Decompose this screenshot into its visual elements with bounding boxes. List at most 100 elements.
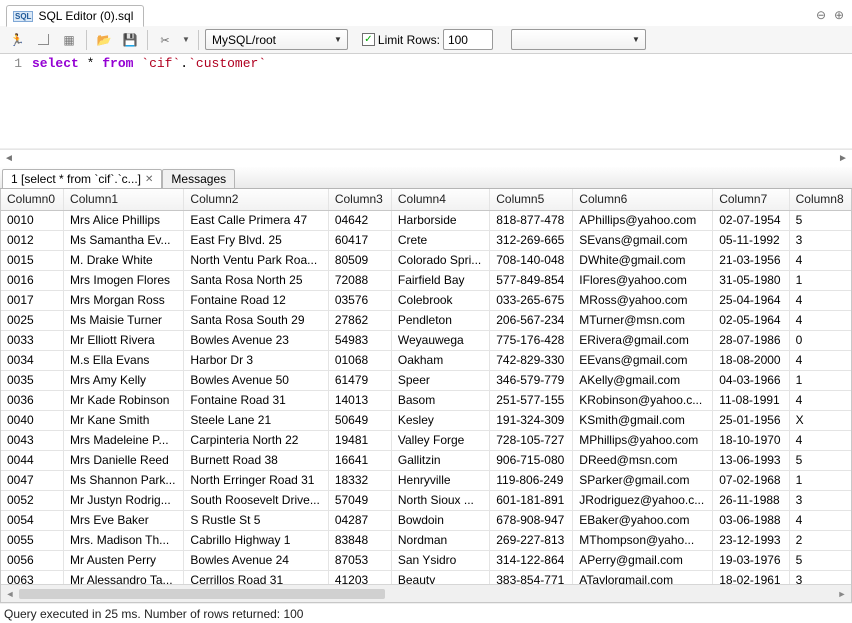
table-cell[interactable]: 4 <box>789 290 851 310</box>
column-header[interactable]: Column4 <box>391 189 489 210</box>
column-header[interactable]: Column7 <box>713 189 789 210</box>
table-row[interactable]: 0017Mrs Morgan RossFontaine Road 1203576… <box>1 290 851 310</box>
table-cell[interactable]: MThompson@yaho... <box>573 530 713 550</box>
table-cell[interactable]: 708-140-048 <box>490 250 573 270</box>
table-cell[interactable]: ERivera@gmail.com <box>573 330 713 350</box>
table-cell[interactable]: 28-07-1986 <box>713 330 789 350</box>
table-cell[interactable]: 54983 <box>328 330 391 350</box>
table-cell[interactable]: 4 <box>789 250 851 270</box>
table-cell[interactable]: IFlores@yahoo.com <box>573 270 713 290</box>
table-row[interactable]: 0044Mrs Danielle ReedBurnett Road 381664… <box>1 450 851 470</box>
connection-combo[interactable]: ▼ <box>205 29 348 50</box>
table-cell[interactable]: 678-908-947 <box>490 510 573 530</box>
table-cell[interactable]: 19481 <box>328 430 391 450</box>
table-cell[interactable]: Crete <box>391 230 489 250</box>
table-cell[interactable]: 80509 <box>328 250 391 270</box>
table-row[interactable]: 0025Ms Maisie TurnerSanta Rosa South 292… <box>1 310 851 330</box>
table-cell[interactable]: 27862 <box>328 310 391 330</box>
table-cell[interactable]: 83848 <box>328 530 391 550</box>
table-cell[interactable]: Valley Forge <box>391 430 489 450</box>
table-cell[interactable]: Cabrillo Highway 1 <box>184 530 328 550</box>
table-row[interactable]: 0055Mrs. Madison Th...Cabrillo Highway 1… <box>1 530 851 550</box>
results-grid-viewport[interactable]: Column0Column1Column2Column3Column4Colum… <box>1 189 851 584</box>
table-cell[interactable]: MPhillips@yahoo.com <box>573 430 713 450</box>
table-cell[interactable]: Colorado Spri... <box>391 250 489 270</box>
table-row[interactable]: 0015M. Drake WhiteNorth Ventu Park Roa..… <box>1 250 851 270</box>
table-cell[interactable]: 312-269-665 <box>490 230 573 250</box>
table-cell[interactable]: KSmith@gmail.com <box>573 410 713 430</box>
table-cell[interactable]: Fontaine Road 31 <box>184 390 328 410</box>
table-cell[interactable]: Mrs Danielle Reed <box>64 450 184 470</box>
table-cell[interactable]: 728-105-727 <box>490 430 573 450</box>
table-cell[interactable]: 383-854-771 <box>490 570 573 584</box>
table-cell[interactable]: EEvans@gmail.com <box>573 350 713 370</box>
table-cell[interactable]: Ms Samantha Ev... <box>64 230 184 250</box>
table-cell[interactable]: 14013 <box>328 390 391 410</box>
table-cell[interactable]: 4 <box>789 430 851 450</box>
table-cell[interactable]: Mrs. Madison Th... <box>64 530 184 550</box>
table-cell[interactable]: Mr Elliott Rivera <box>64 330 184 350</box>
open-button[interactable] <box>93 29 115 51</box>
table-cell[interactable]: 0036 <box>1 390 64 410</box>
table-cell[interactable]: 04-03-1966 <box>713 370 789 390</box>
table-cell[interactable]: San Ysidro <box>391 550 489 570</box>
table-cell[interactable]: 0035 <box>1 370 64 390</box>
table-cell[interactable]: 3 <box>789 570 851 584</box>
table-row[interactable]: 0056Mr Austen PerryBowles Avenue 2487053… <box>1 550 851 570</box>
table-cell[interactable]: Gallitzin <box>391 450 489 470</box>
table-cell[interactable]: Basom <box>391 390 489 410</box>
table-cell[interactable]: 3 <box>789 490 851 510</box>
table-cell[interactable]: 13-06-1993 <box>713 450 789 470</box>
table-row[interactable]: 0033Mr Elliott RiveraBowles Avenue 23549… <box>1 330 851 350</box>
table-cell[interactable]: 0017 <box>1 290 64 310</box>
table-cell[interactable]: 16641 <box>328 450 391 470</box>
table-cell[interactable]: 18-02-1961 <box>713 570 789 584</box>
table-cell[interactable]: 119-806-249 <box>490 470 573 490</box>
clear-dropdown[interactable]: ▼ <box>180 35 192 44</box>
table-cell[interactable]: 0043 <box>1 430 64 450</box>
table-cell[interactable]: 60417 <box>328 230 391 250</box>
table-cell[interactable]: Cerrillos Road 31 <box>184 570 328 584</box>
table-cell[interactable]: 0063 <box>1 570 64 584</box>
table-cell[interactable]: Speer <box>391 370 489 390</box>
limit-rows-checkbox[interactable]: ✓ <box>362 33 375 46</box>
table-cell[interactable]: Carpinteria North 22 <box>184 430 328 450</box>
table-cell[interactable]: 191-324-309 <box>490 410 573 430</box>
column-header[interactable]: Column3 <box>328 189 391 210</box>
table-cell[interactable]: 02-07-1954 <box>713 210 789 230</box>
table-cell[interactable]: Steele Lane 21 <box>184 410 328 430</box>
table-cell[interactable]: SParker@gmail.com <box>573 470 713 490</box>
limit-rows-input[interactable] <box>443 29 493 50</box>
table-row[interactable]: 0063Mr Alessandro Ta...Cerrillos Road 31… <box>1 570 851 584</box>
run-multi-button[interactable] <box>58 29 80 51</box>
table-cell[interactable]: 206-567-234 <box>490 310 573 330</box>
table-cell[interactable]: 818-877-478 <box>490 210 573 230</box>
table-cell[interactable]: 50649 <box>328 410 391 430</box>
table-cell[interactable]: 03576 <box>328 290 391 310</box>
table-cell[interactable]: 05-11-1992 <box>713 230 789 250</box>
column-header[interactable]: Column8 <box>789 189 851 210</box>
table-cell[interactable]: 2 <box>789 530 851 550</box>
table-cell[interactable]: East Fry Blvd. 25 <box>184 230 328 250</box>
table-cell[interactable]: DWhite@gmail.com <box>573 250 713 270</box>
table-cell[interactable]: 4 <box>789 310 851 330</box>
table-cell[interactable]: 72088 <box>328 270 391 290</box>
table-cell[interactable]: 18-08-2000 <box>713 350 789 370</box>
table-cell[interactable]: AKelly@gmail.com <box>573 370 713 390</box>
table-cell[interactable]: 31-05-1980 <box>713 270 789 290</box>
table-cell[interactable]: 775-176-428 <box>490 330 573 350</box>
table-cell[interactable]: 01068 <box>328 350 391 370</box>
table-cell[interactable]: Oakham <box>391 350 489 370</box>
table-row[interactable]: 0052Mr Justyn Rodrig...South Roosevelt D… <box>1 490 851 510</box>
table-cell[interactable]: Mrs Imogen Flores <box>64 270 184 290</box>
table-cell[interactable]: 5 <box>789 210 851 230</box>
results-tab-query[interactable]: 1 [select * from `cif`.`c...] ✕ <box>2 169 162 188</box>
table-row[interactable]: 0016Mrs Imogen FloresSanta Rosa North 25… <box>1 270 851 290</box>
table-cell[interactable]: 04287 <box>328 510 391 530</box>
table-cell[interactable]: Santa Rosa South 29 <box>184 310 328 330</box>
table-row[interactable]: 0043Mrs Madeleine P...Carpinteria North … <box>1 430 851 450</box>
table-cell[interactable]: North Sioux ... <box>391 490 489 510</box>
table-cell[interactable]: 18332 <box>328 470 391 490</box>
column-header[interactable]: Column2 <box>184 189 328 210</box>
minimize-icon[interactable]: ⊖ <box>814 8 828 22</box>
